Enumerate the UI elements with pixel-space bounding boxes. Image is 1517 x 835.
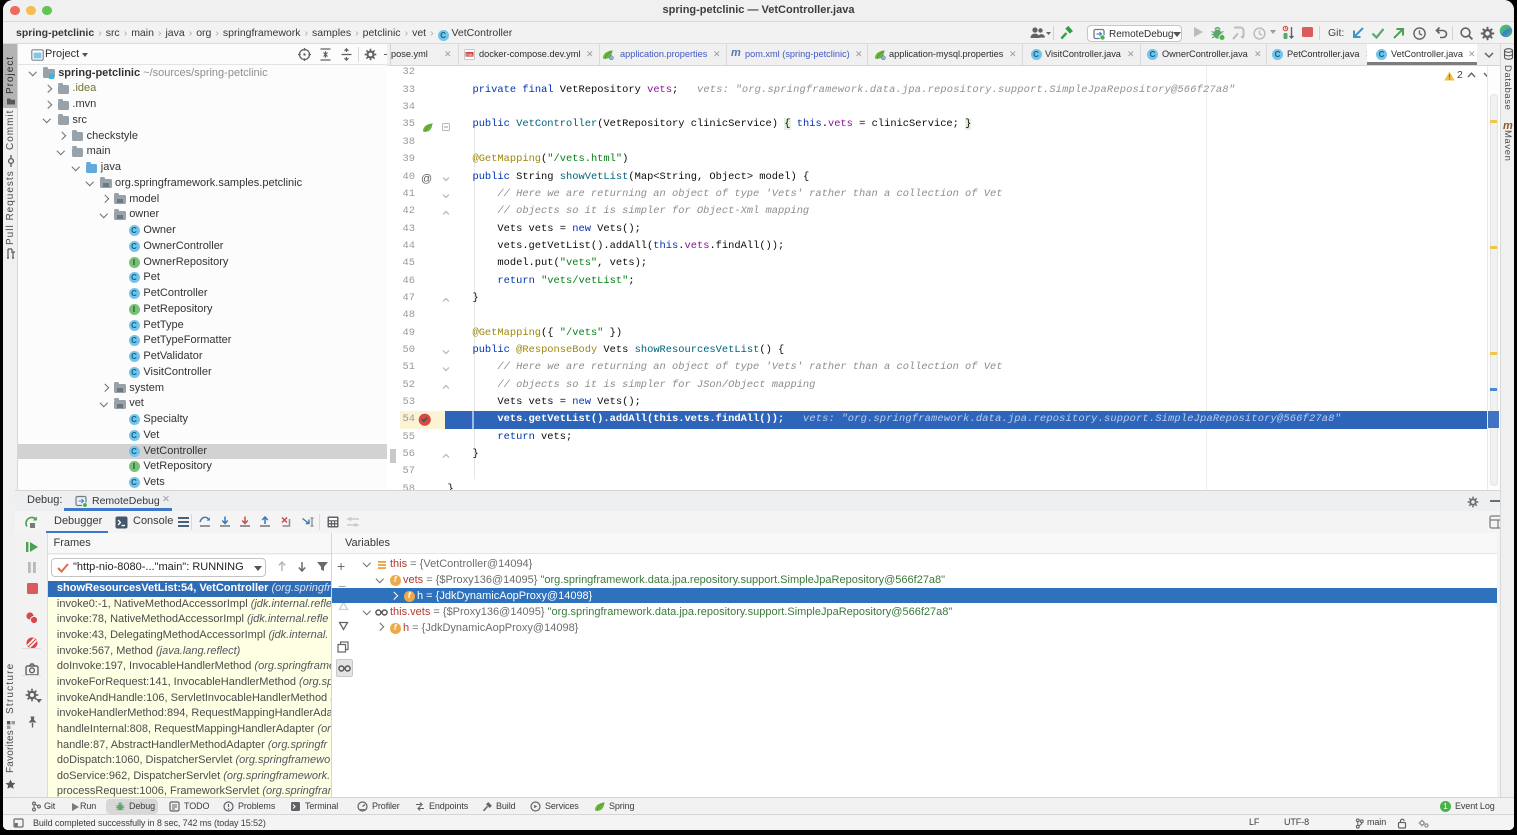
svg-text:YML: YML (466, 53, 473, 57)
